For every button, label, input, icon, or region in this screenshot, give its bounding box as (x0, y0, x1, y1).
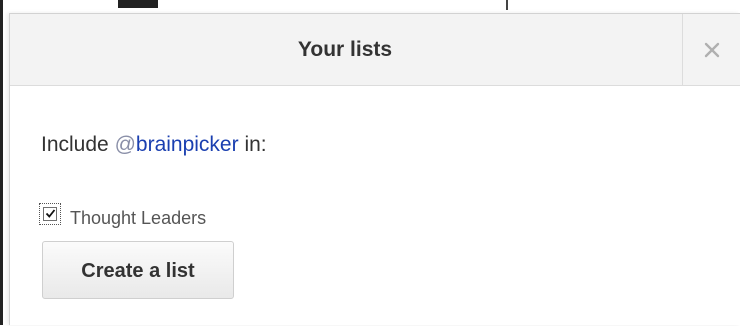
create-list-button[interactable]: Create a list (42, 241, 234, 299)
background-fragment (118, 0, 158, 8)
dialog-body: Include @brainpicker in: Thought Leaders… (10, 86, 740, 326)
include-prompt: Include @brainpicker in: (41, 133, 267, 157)
background-fragment (506, 0, 508, 10)
close-icon (704, 42, 719, 57)
list-checkbox[interactable] (43, 206, 57, 221)
checkmark-icon (45, 209, 55, 218)
include-suffix: in: (238, 133, 267, 156)
background-edge (0, 0, 3, 325)
dialog-header: Your lists (10, 14, 740, 86)
dialog-title: Your lists (10, 14, 680, 86)
include-prefix: Include (41, 133, 115, 156)
dialog-title-text: Your lists (297, 38, 393, 61)
at-symbol: @ (114, 133, 136, 156)
list-item[interactable]: Thought Leaders (39, 202, 206, 229)
list-label[interactable]: Thought Leaders (70, 202, 206, 229)
checkbox-focus-ring (39, 202, 61, 225)
user-handle-link[interactable]: brainpicker (136, 133, 239, 156)
close-button[interactable] (682, 14, 740, 85)
lists-dialog: Your lists Include @brainpicker in: Thou… (9, 13, 740, 325)
